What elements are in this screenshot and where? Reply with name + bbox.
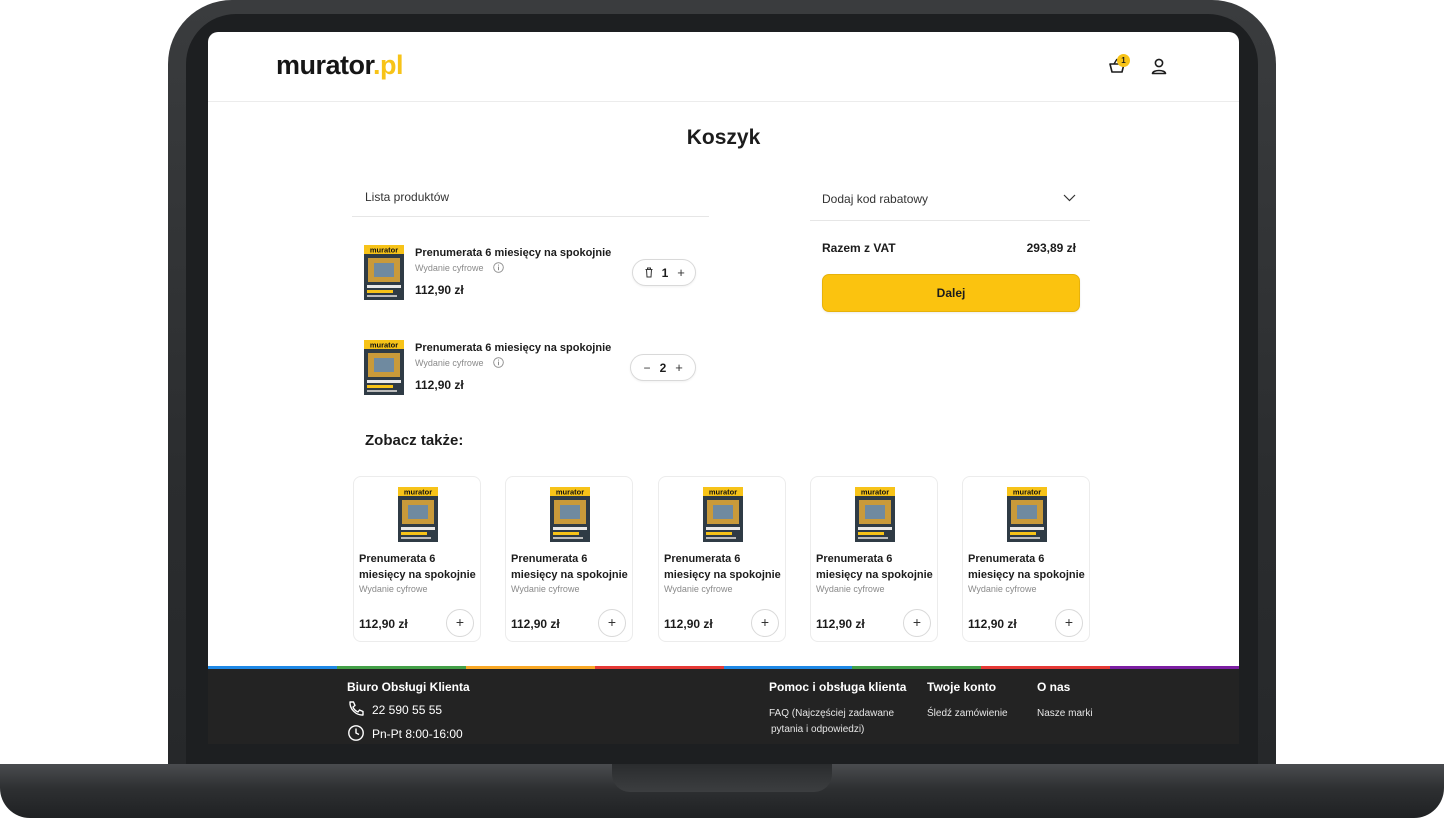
trash-icon[interactable] (641, 263, 657, 283)
card-subtitle: Wydanie cyfrowe (664, 584, 733, 594)
svg-text:murator: murator (709, 488, 737, 497)
info-icon[interactable] (493, 262, 504, 273)
item-name[interactable]: Prenumerata 6 miesięcy na spokojnie (415, 247, 611, 259)
svg-text:murator: murator (370, 246, 398, 255)
logo-suffix: .pl (373, 50, 404, 80)
magazine-cover-image: murator (703, 487, 743, 542)
item-price: 112,90 zł (415, 378, 464, 392)
quantity-stepper: 1 + (632, 259, 696, 286)
help-title: Pomoc i obsługa klienta (769, 680, 907, 694)
item-name[interactable]: Prenumerata 6 miesięcy na spokojnie (415, 342, 611, 354)
svg-text:murator: murator (861, 488, 889, 497)
card-subtitle: Wydanie cyfrowe (816, 584, 885, 594)
total-label: Razem z VAT (822, 241, 896, 255)
card-price: 112,90 zł (968, 617, 1017, 631)
recommended-product-card[interactable]: murator Prenumerata 6 miesięcy na spokoj… (962, 476, 1090, 642)
phone-icon (349, 701, 364, 716)
opening-hours: Pn-Pt 8:00-16:00 (372, 727, 463, 741)
card-price: 112,90 zł (359, 617, 408, 631)
magazine-cover-image: murator (855, 487, 895, 542)
item-subtitle: Wydanie cyfrowe (415, 358, 484, 368)
magazine-cover-image: murator (364, 245, 404, 300)
magazine-cover-image: murator (398, 487, 438, 542)
chevron-down-icon (1063, 194, 1076, 202)
card-name: Prenumerata 6 miesięcy na spokojnie (816, 553, 933, 581)
card-name: Prenumerata 6 miesięcy na spokojnie (968, 553, 1085, 581)
svg-text:murator: murator (404, 488, 432, 497)
recommended-product-card[interactable]: murator Prenumerata 6 miesięcy na spokoj… (658, 476, 786, 642)
our-brands-link[interactable]: Nasze marki (1037, 706, 1093, 722)
about-title: O nas (1037, 680, 1071, 694)
clock-icon (348, 725, 364, 741)
add-to-cart-plus-icon[interactable]: + (1055, 609, 1083, 637)
card-name: Prenumerata 6 miesięcy na spokojnie (511, 553, 628, 581)
discount-code-toggle[interactable]: Dodaj kod rabatowy (810, 184, 1090, 221)
quantity-stepper: − 2 + (630, 354, 696, 381)
card-price: 112,90 zł (816, 617, 865, 631)
recommended-product-card[interactable]: murator Prenumerata 6 miesięcy na spokoj… (810, 476, 938, 642)
plus-icon[interactable]: + (673, 263, 689, 283)
faq-link[interactable]: FAQ (Najczęściej zadawane (769, 706, 894, 722)
add-to-cart-plus-icon[interactable]: + (446, 609, 474, 637)
card-name: Prenumerata 6 miesięcy na spokojnie (359, 553, 476, 581)
cart-item: murator Prenumerata 6 miesięcy na spokoj… (364, 245, 704, 301)
card-subtitle: Wydanie cyfrowe (359, 584, 428, 594)
plus-icon[interactable]: + (671, 358, 687, 378)
card-price: 112,90 zł (511, 617, 560, 631)
card-subtitle: Wydanie cyfrowe (511, 584, 580, 594)
svg-text:murator: murator (556, 488, 584, 497)
laptop-notch (612, 764, 832, 792)
murator-logo[interactable]: murator.pl (276, 50, 404, 81)
quantity-value: 2 (659, 361, 667, 375)
product-list-title: Lista produktów (365, 190, 450, 204)
recommended-product-card[interactable]: murator Prenumerata 6 miesięcy na spokoj… (505, 476, 633, 642)
item-price: 112,90 zł (415, 283, 464, 297)
svg-text:murator: murator (1013, 488, 1041, 497)
cart-count-badge: 1 (1117, 54, 1130, 67)
add-to-cart-plus-icon[interactable]: + (903, 609, 931, 637)
product-list-header: Lista produktów (352, 182, 709, 217)
card-subtitle: Wydanie cyfrowe (968, 584, 1037, 594)
site-header: murator.pl 1 (208, 32, 1239, 102)
next-button[interactable]: Dalej (822, 274, 1080, 312)
office-title: Biuro Obsługi Klienta (347, 680, 470, 694)
card-name: Prenumerata 6 miesięcy na spokojnie (664, 553, 781, 581)
magazine-cover-image: murator (1007, 487, 1047, 542)
total-value: 293,89 zł (1026, 241, 1076, 255)
info-icon[interactable] (493, 357, 504, 368)
add-to-cart-plus-icon[interactable]: + (751, 609, 779, 637)
phone-number[interactable]: 22 590 55 55 (372, 703, 442, 717)
see-also-title: Zobacz także: (365, 432, 464, 449)
card-price: 112,90 zł (664, 617, 713, 631)
site-footer: Biuro Obsługi Klienta 22 590 55 55 Pn-Pt… (208, 669, 1239, 744)
track-order-link[interactable]: Śledź zamówienie (927, 706, 1008, 722)
add-to-cart-plus-icon[interactable]: + (598, 609, 626, 637)
magazine-cover-image: murator (550, 487, 590, 542)
quantity-value: 1 (661, 266, 669, 280)
browser-screen: murator.pl 1 Koszyk Lista produktów mura… (208, 32, 1239, 744)
faq-link-continued[interactable]: pytania i odpowiedzi) (771, 722, 864, 738)
page-title: Koszyk (686, 126, 761, 149)
account-title: Twoje konto (927, 680, 997, 694)
item-subtitle: Wydanie cyfrowe (415, 263, 484, 273)
svg-text:murator: murator (370, 341, 398, 350)
logo-text: murator (276, 50, 374, 80)
minus-icon[interactable]: − (639, 358, 655, 378)
discount-code-label: Dodaj kod rabatowy (822, 192, 929, 206)
user-icon[interactable] (1150, 57, 1168, 75)
magazine-cover-image: murator (364, 340, 404, 395)
cart-item: murator Prenumerata 6 miesięcy na spokoj… (364, 340, 704, 396)
recommended-product-card[interactable]: murator Prenumerata 6 miesięcy na spokoj… (353, 476, 481, 642)
